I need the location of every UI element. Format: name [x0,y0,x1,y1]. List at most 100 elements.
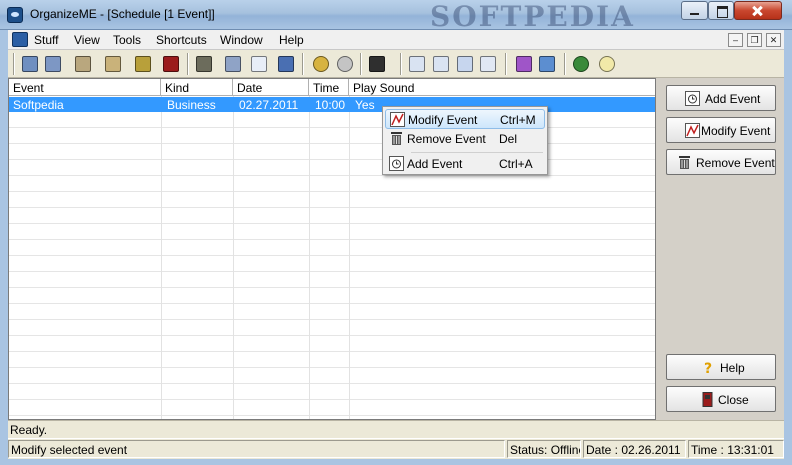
cycle-tool-button[interactable] [334,53,356,75]
cascade-button[interactable] [454,53,476,75]
paste-tool-button[interactable] [102,53,124,75]
cell-play-sound: Yes [355,98,375,112]
status-time: Time : 13:31:01 [688,440,784,458]
info-icon [599,56,615,72]
add-event-icon [685,91,700,106]
tile-vertical-icon [433,56,449,72]
column-divider [161,96,162,419]
exit-door-icon [702,392,713,407]
book-icon [516,56,532,72]
close-window-button[interactable] [734,1,782,20]
title-bar[interactable]: OrganizeME - [Schedule [1 Event]] SOFTPE… [0,0,792,33]
exit-door-icon [163,56,179,72]
modify-event-icon [685,123,700,138]
printer-icon [196,56,212,72]
svg-text:?: ? [704,361,712,375]
cascade-windows-icon [457,56,473,72]
paste-icon [105,56,121,72]
notes-tool-button[interactable] [42,53,64,75]
add-event-button[interactable]: Add Event [666,85,776,111]
toolbar [8,50,784,78]
web-tool-button[interactable] [570,53,592,75]
toolbar-separator [302,53,304,75]
column-header-event[interactable]: Event [9,79,161,96]
window-tool-button[interactable] [248,53,270,75]
dropdown-menu-icon [369,56,385,72]
view-dropdown-button[interactable] [366,53,394,75]
ready-text: Ready. [10,423,48,437]
context-shortcut: Ctrl+A [499,157,533,171]
context-separator [411,152,543,153]
trash-icon [391,132,402,145]
mdi-minimize-button[interactable]: – [728,33,743,47]
context-remove-event[interactable]: Remove Event Del [385,129,545,149]
column-divider [233,96,234,419]
column-header-kind[interactable]: Kind [161,79,233,96]
blank-window-icon [251,56,267,72]
help-label: Help [720,361,745,375]
context-label: Add Event [407,157,463,171]
menu-stuff[interactable]: Stuff [34,33,58,47]
tile-horizontal-button[interactable] [406,53,428,75]
window-title: OrganizeME - [Schedule [1 Event]] [30,7,215,21]
status-connection: Status: Offline [507,440,581,458]
cell-event: Softpedia [13,98,64,112]
toolbar-separator [187,53,189,75]
minimize-button[interactable] [681,1,708,20]
menu-shortcuts[interactable]: Shortcuts [156,33,207,47]
close-button[interactable]: Close [666,386,776,412]
question-mark-icon: ? [704,361,712,375]
events-table[interactable]: Event Kind Date Time Play Sound Softpedi… [8,78,656,420]
context-label: Remove Event [407,132,486,146]
watermark-logo: SOFTPEDIA [430,0,635,33]
mdi-restore-button[interactable]: ❐ [747,33,762,47]
clipboard-tool-button[interactable] [72,53,94,75]
toolbar-separator [360,53,362,75]
globe-icon [573,56,589,72]
exit-tool-button[interactable] [160,53,182,75]
mdi-close-button[interactable]: ✕ [766,33,781,47]
context-add-event[interactable]: Add Event Ctrl+A [385,154,545,174]
help-button[interactable]: ? Help [666,354,776,380]
menu-view[interactable]: View [74,33,100,47]
about-tool-button[interactable] [596,53,618,75]
picture-tool-button[interactable] [132,53,154,75]
copy-tool-button[interactable] [222,53,244,75]
contacts-tool-button[interactable] [19,53,41,75]
message-area: Ready. [8,420,784,438]
status-date: Date : 02.26.2011 [583,440,686,458]
tile-vertical-button[interactable] [430,53,452,75]
document-icon[interactable] [12,32,28,47]
column-header-date[interactable]: Date [233,79,309,96]
reminder-tool-button[interactable] [310,53,332,75]
maximize-button[interactable] [708,1,734,20]
help-book-button[interactable] [536,53,558,75]
column-divider [349,96,350,419]
modify-event-label: Modify Event [701,124,771,138]
table-row[interactable]: Softpedia Business 02.27.2011 10:00 Yes [9,97,655,112]
status-bar: Modify selected event Status: Offline Da… [8,438,784,459]
modify-event-icon [390,112,405,127]
remove-event-label: Remove Event [696,156,775,170]
add-event-label: Add Event [705,92,761,106]
column-header-play-sound[interactable]: Play Sound [349,79,655,96]
menu-window[interactable]: Window [220,33,263,47]
menu-help[interactable]: Help [279,33,304,47]
app-icon[interactable] [7,7,23,23]
column-header-time[interactable]: Time [309,79,349,96]
context-shortcut: Ctrl+M [500,113,536,127]
window-frame-bottom [0,459,792,465]
save-tool-button[interactable] [275,53,297,75]
menu-tools[interactable]: Tools [113,33,141,47]
table-header: Event Kind Date Time Play Sound [9,79,655,96]
remove-event-button[interactable]: Remove Event [666,149,776,175]
context-modify-event[interactable]: Modify Event Ctrl+M [385,109,545,129]
floppy-disk-icon [278,56,294,72]
picture-icon [135,56,151,72]
modify-event-button[interactable]: Modify Event [666,117,776,143]
print-tool-button[interactable] [193,53,215,75]
arrange-button[interactable] [477,53,499,75]
notes-icon [45,56,61,72]
book-tool-button[interactable] [513,53,535,75]
context-shortcut: Del [499,132,518,146]
